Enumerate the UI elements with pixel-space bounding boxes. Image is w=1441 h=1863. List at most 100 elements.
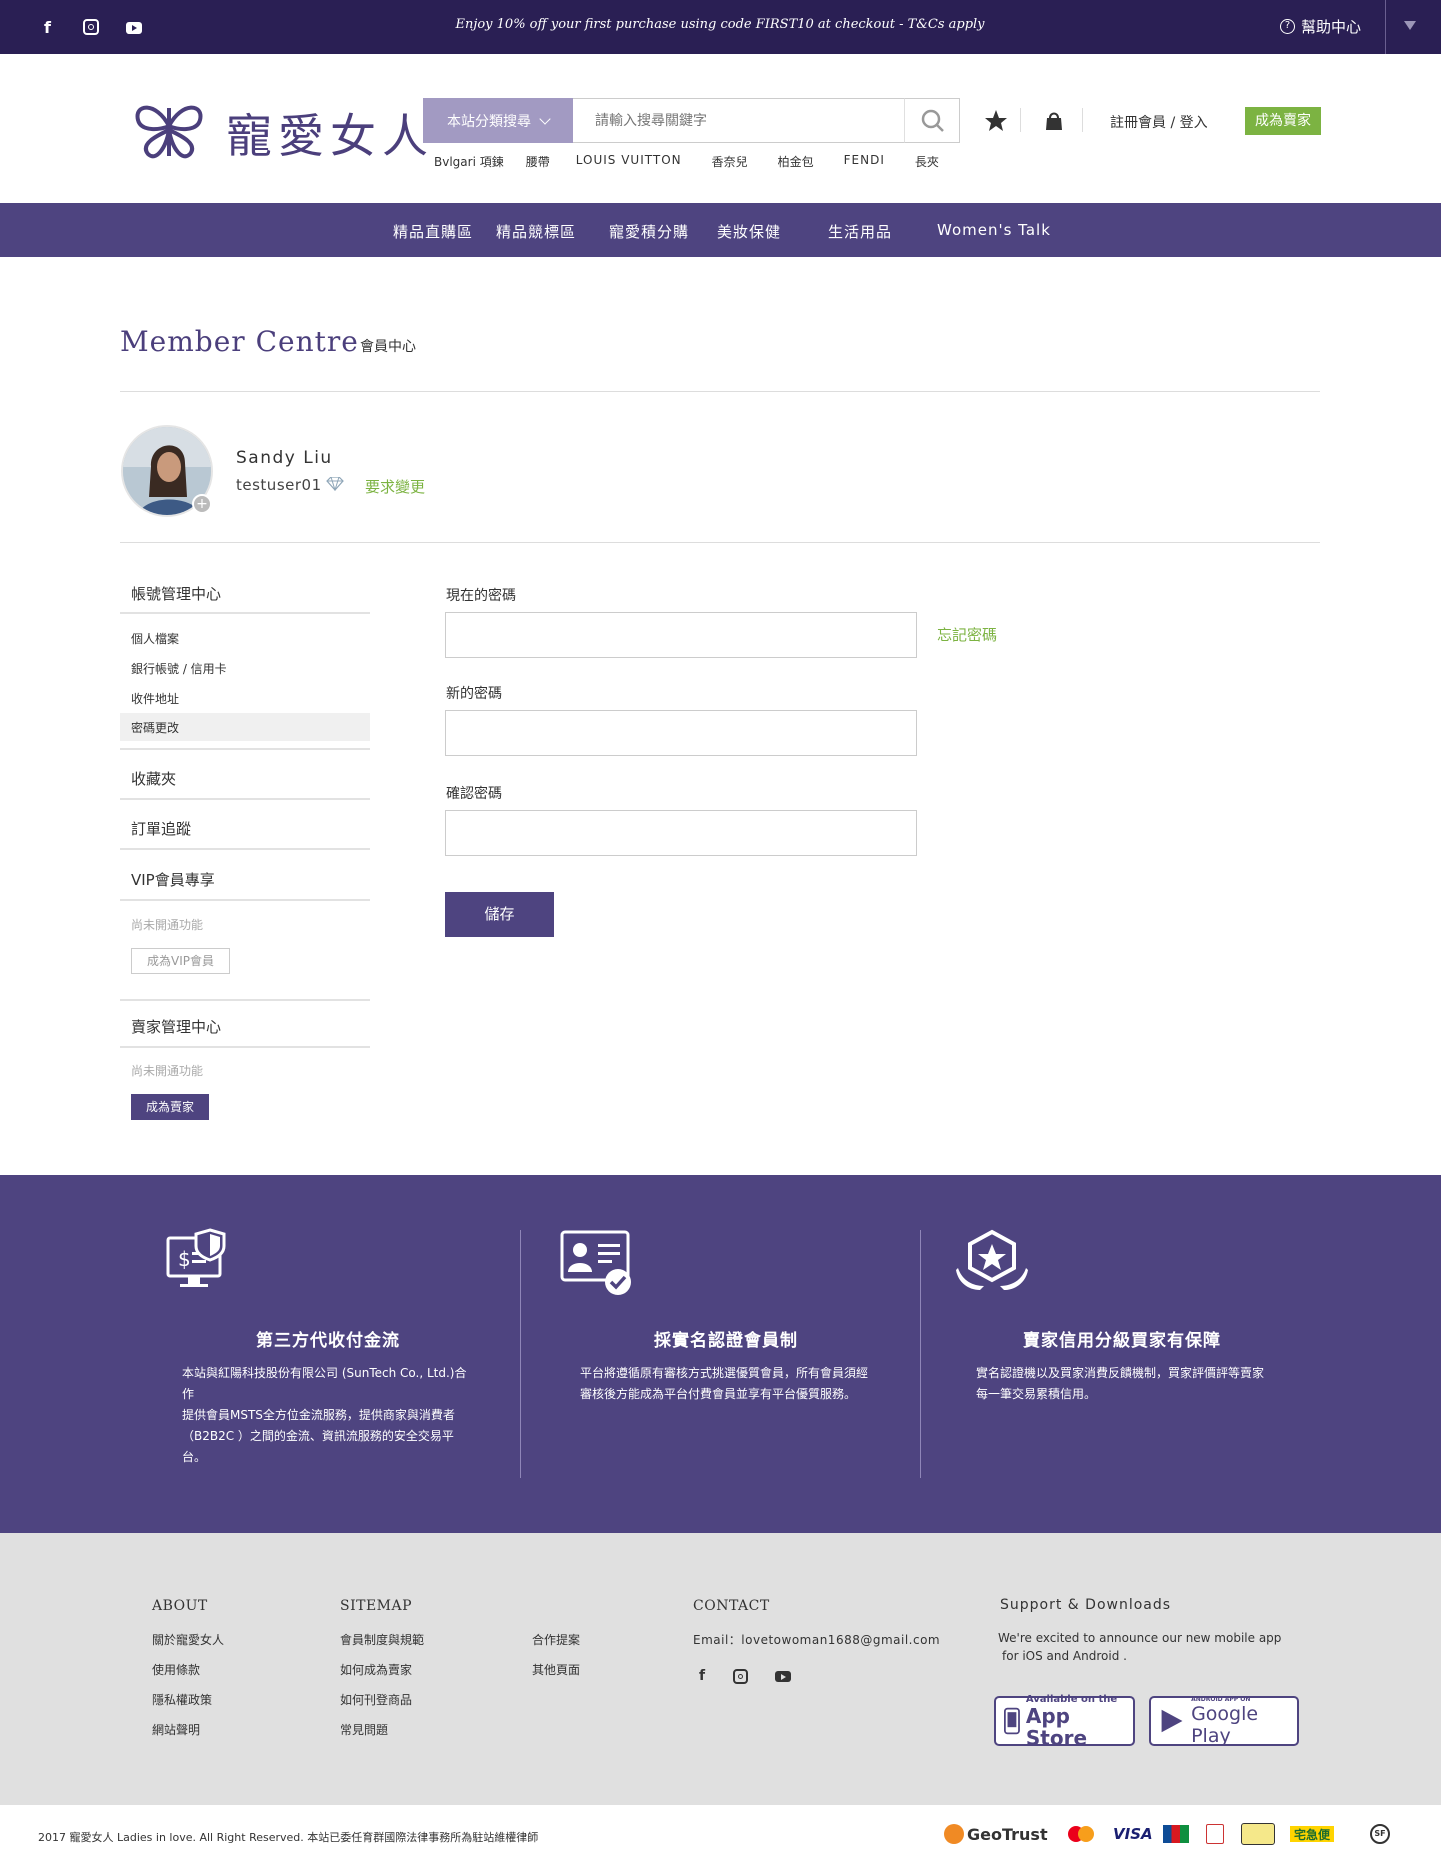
current-password-label: 現在的密碼 [446, 588, 516, 604]
footer-link[interactable]: 其他頁面 [532, 1661, 580, 1678]
google-play-badge[interactable]: ANDROID APP ON Google Play [1149, 1696, 1299, 1747]
svg-text:$: $ [178, 1247, 191, 1271]
sidebar-divider [120, 612, 370, 614]
sidebar-become-seller-button[interactable]: 成為賣家 [131, 1094, 209, 1120]
footer-link[interactable]: 合作提案 [532, 1631, 580, 1648]
logo-icon[interactable] [126, 96, 212, 162]
footer-link[interactable]: 常見問題 [340, 1721, 388, 1738]
sidebar-divider [120, 999, 370, 1001]
new-password-field[interactable] [445, 710, 917, 756]
sidebar-item-bank[interactable]: 銀行帳號 / 信用卡 [131, 660, 227, 677]
sidebar-divider [120, 848, 370, 850]
hot-tag[interactable]: FENDI [844, 153, 885, 170]
search-input[interactable] [573, 98, 960, 143]
footer-support-text: for iOS and Android . [1002, 1649, 1127, 1663]
forgot-password-link[interactable]: 忘記密碼 [937, 624, 997, 645]
footer-link[interactable]: 隱私權政策 [152, 1691, 212, 1708]
play-icon [1161, 1709, 1183, 1733]
sidebar-seller-center[interactable]: 賣家管理中心 [131, 1016, 221, 1037]
sidebar-item-profile[interactable]: 個人檔案 [131, 630, 179, 647]
hot-tag[interactable]: 香奈兒 [712, 153, 748, 170]
sf-label: SF [1370, 1824, 1390, 1844]
nav-item-points[interactable]: 寵愛積分購 [609, 221, 689, 242]
add-photo-icon[interactable]: + [192, 494, 212, 514]
geotrust-icon [944, 1824, 964, 1844]
geotrust-logo: GeoTrust [944, 1822, 1048, 1846]
payment-label: GeoTrust [967, 1824, 1048, 1844]
secure-payment-icon: $ [166, 1228, 226, 1287]
footer-about-title: ABOUT [152, 1598, 208, 1614]
footer-contact-email[interactable]: Email：lovetowoman1688@gmail.com [693, 1631, 940, 1648]
sidebar-divider [120, 748, 370, 750]
sidebar-account-center[interactable]: 帳號管理中心 [131, 583, 221, 604]
google-play-big: Google Play [1191, 1702, 1259, 1747]
footer-link[interactable]: 關於寵愛女人 [152, 1631, 224, 1648]
footer-link[interactable]: 如何刊登商品 [340, 1691, 412, 1708]
change-request-link[interactable]: 要求變更 [365, 476, 425, 497]
hot-tag[interactable]: 腰帶 [526, 153, 550, 170]
feature-divider [520, 1230, 521, 1478]
search-button[interactable] [904, 98, 960, 143]
sf-express-logo: SF [1370, 1822, 1390, 1846]
star-icon[interactable] [983, 108, 1009, 134]
sidebar-item-address[interactable]: 收件地址 [131, 690, 179, 707]
confirm-password-field[interactable] [445, 810, 917, 856]
profile-name: Sandy Liu [236, 448, 333, 468]
feature-payment: $ 第三方代收付金流 本站與紅陽科技股份有限公司 (SunTech Co., L… [158, 1228, 498, 1468]
visa-logo: VISA [1113, 1825, 1153, 1843]
facebook-icon[interactable]: f [694, 1668, 710, 1684]
star-shield-icon [956, 1229, 1028, 1290]
feature-title: 採實名認證會員制 [654, 1331, 798, 1351]
feature-text: 平台將遵循原有審核方式挑選優質會員，所有會員須經審核後方能成為平台付費會員並享有… [580, 1366, 869, 1401]
nav-item-womens-talk[interactable]: Women's Talk [937, 221, 1051, 239]
footer-link[interactable]: 使用條款 [152, 1661, 200, 1678]
sidebar-divider [120, 899, 370, 901]
nav-item-living[interactable]: 生活用品 [828, 221, 892, 242]
sidebar-favorites[interactable]: 收藏夾 [131, 768, 176, 789]
app-store-big: App Store [1025, 1703, 1088, 1750]
hot-tag[interactable]: 長夾 [915, 153, 939, 170]
sidebar-item-password[interactable]: 密碼更改 [131, 719, 179, 736]
nav-item-beauty[interactable]: 美妝保健 [717, 221, 781, 242]
login-register-link[interactable]: 註冊會員 / 登入 [1110, 112, 1208, 132]
facebook-icon[interactable]: f [44, 18, 51, 37]
become-seller-button[interactable]: 成為賣家 [1245, 107, 1321, 135]
page-title: Member Centre [120, 325, 359, 358]
footer-link[interactable]: 會員制度與規範 [340, 1631, 424, 1648]
youtube-icon[interactable] [775, 1671, 791, 1682]
caret-down-icon[interactable] [1404, 21, 1416, 30]
youtube-icon[interactable] [126, 22, 142, 34]
divider [120, 542, 1320, 543]
current-password-field[interactable] [445, 612, 917, 658]
footer [0, 1533, 1441, 1805]
hot-tag[interactable]: 柏金包 [778, 153, 814, 170]
app-store-badge[interactable]: Available on the App Store [994, 1694, 1135, 1750]
hot-tags: Bvlgari 項鍊 腰帶 LOUIS VUITTON 香奈兒 柏金包 FEND… [434, 153, 939, 170]
topbar-divider [1385, 0, 1386, 54]
shopping-bag-icon[interactable] [1041, 108, 1067, 134]
help-label: 幫助中心 [1301, 18, 1362, 36]
nav-item-direct-buy[interactable]: 精品直購區 [393, 221, 473, 242]
footer-link[interactable]: 網站聲明 [152, 1721, 200, 1738]
become-vip-button[interactable]: 成為VIP會員 [131, 948, 230, 974]
sidebar-divider [120, 798, 370, 800]
help-center-link[interactable]: ? 幫助中心 [1280, 16, 1361, 37]
header-divider [1020, 108, 1021, 132]
help-icon: ? [1280, 19, 1295, 34]
feature-title: 第三方代收付金流 [256, 1331, 400, 1351]
search-icon [921, 109, 944, 132]
hot-tag[interactable]: Bvlgari 項鍊 [434, 153, 504, 170]
nav-item-auction[interactable]: 精品競標區 [496, 221, 576, 242]
instagram-icon[interactable] [733, 1669, 748, 1684]
sidebar-orders[interactable]: 訂單追蹤 [131, 818, 191, 839]
save-button[interactable]: 儲存 [445, 892, 554, 937]
instagram-icon[interactable] [83, 19, 99, 35]
footer-link[interactable]: 如何成為賣家 [340, 1661, 412, 1678]
sidebar-vip[interactable]: VIP會員專享 [131, 869, 215, 890]
mastercard-logo [1068, 1822, 1094, 1846]
vip-note: 尚未開通功能 [131, 918, 204, 932]
logo-text[interactable]: 寵愛女人 [226, 100, 434, 166]
hot-tag[interactable]: LOUIS VUITTON [576, 153, 682, 170]
category-search-dropdown[interactable]: 本站分類搜尋 [423, 98, 573, 143]
diamond-icon [326, 477, 344, 491]
